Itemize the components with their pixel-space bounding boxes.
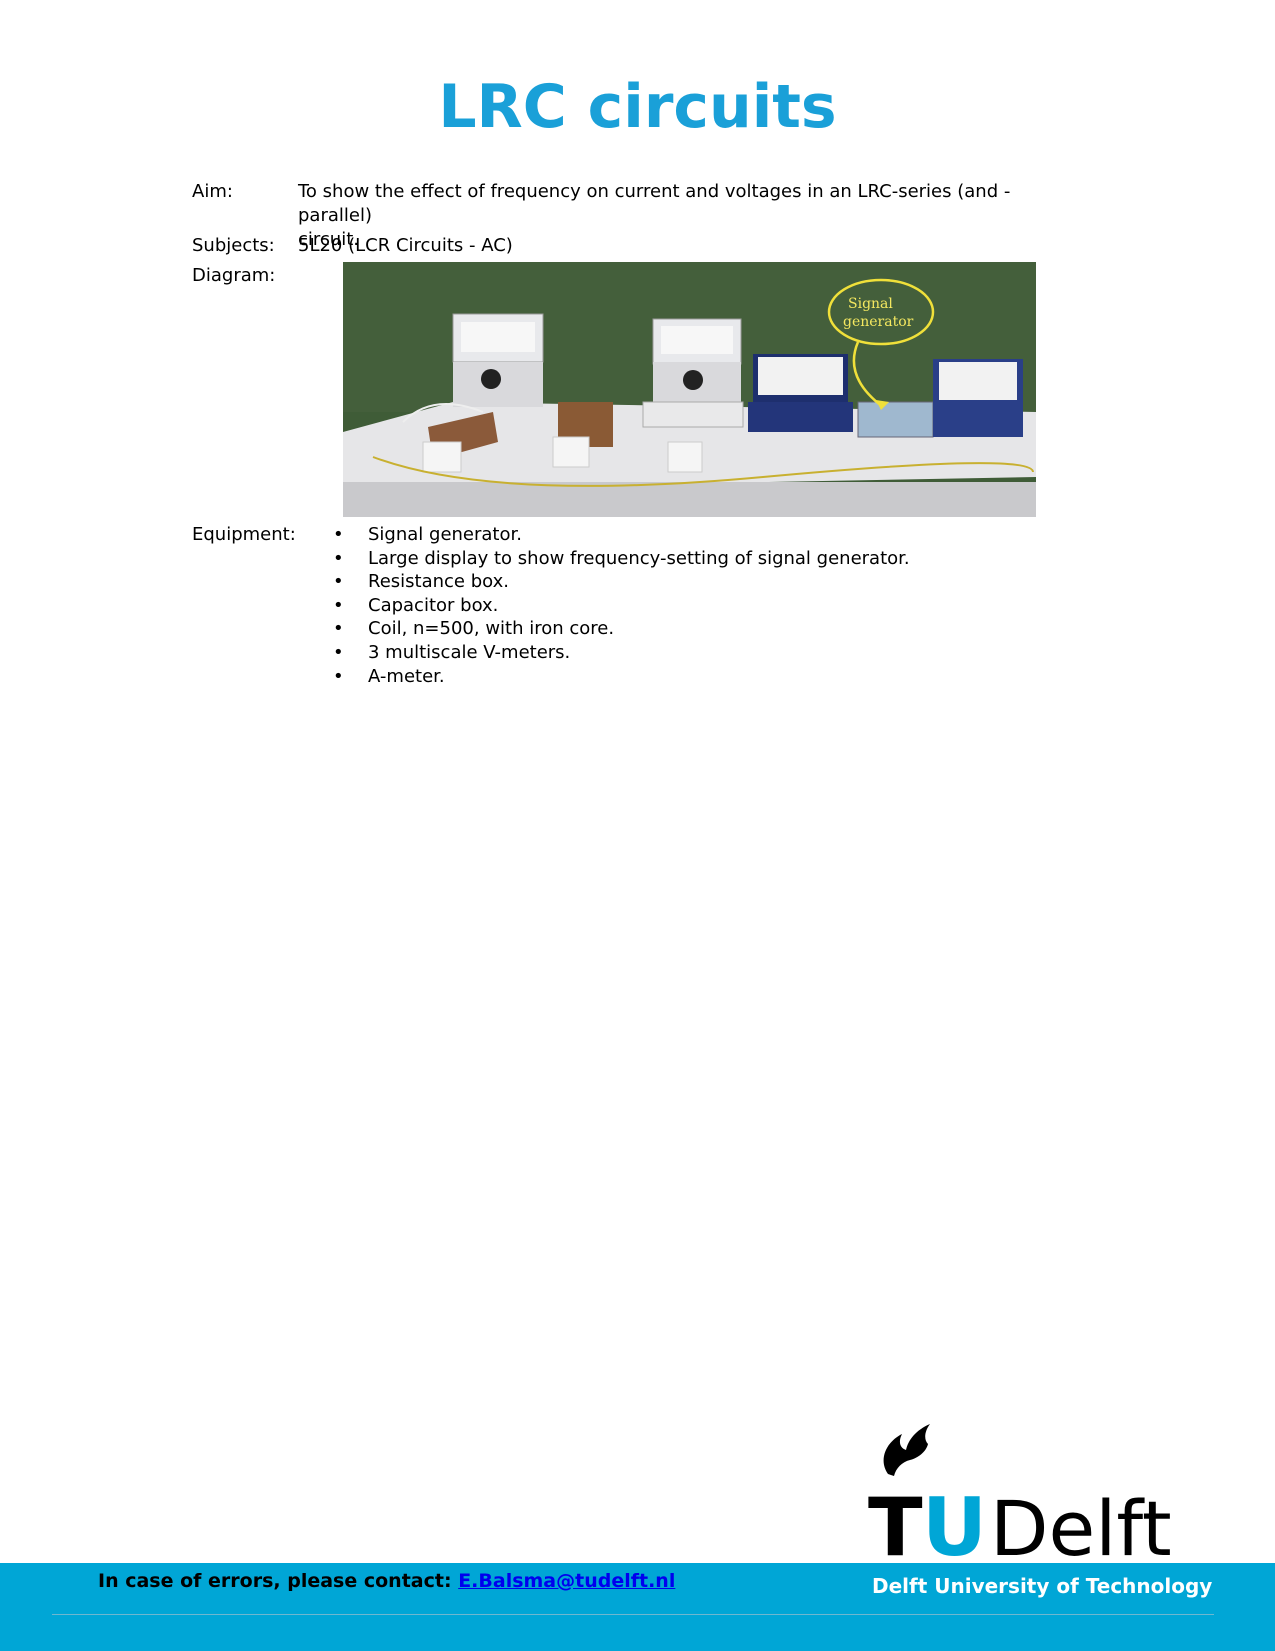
logo-delft: Delft [990,1484,1172,1560]
page-title: LRC circuits [438,72,837,142]
list-item: A-meter. [330,665,910,689]
footer-divider [52,1614,1214,1615]
university-name: Delft University of Technology [872,1574,1213,1598]
contact-email-link[interactable]: E.Balsma@tudelft.nl [458,1570,675,1592]
subjects-label: Subjects: [192,235,275,256]
subjects-value: 5L20 (LCR Circuits - AC) [298,235,513,256]
list-item: Resistance box. [330,570,910,594]
aim-line-1: To show the effect of frequency on curre… [298,181,1011,226]
equipment-label: Equipment: [192,524,296,545]
list-item: 3 multiscale V-meters. [330,641,910,665]
equipment-list: Signal generator. Large display to show … [330,523,910,688]
list-item: Capacitor box. [330,594,910,618]
annotation-line-2: generator [843,314,914,330]
footer-contact-prefix: In case of errors, please contact: [98,1570,452,1592]
aim-label: Aim: [192,181,233,202]
footer-contact: In case of errors, please contact: E.Bal… [98,1570,675,1592]
logo-u: U [922,1481,987,1560]
diagram-label: Diagram: [192,265,276,286]
list-item: Large display to show frequency-setting … [330,547,910,571]
flame-icon [883,1424,930,1476]
list-item: Signal generator. [330,523,910,547]
tu-delft-logo: T U Delft [868,1420,1188,1574]
diagram-photo: Signal generator [343,262,1036,517]
list-item: Coil, n=500, with iron core. [330,617,910,641]
annotation-line-1: Signal [848,296,893,312]
logo-t: T [868,1481,923,1560]
